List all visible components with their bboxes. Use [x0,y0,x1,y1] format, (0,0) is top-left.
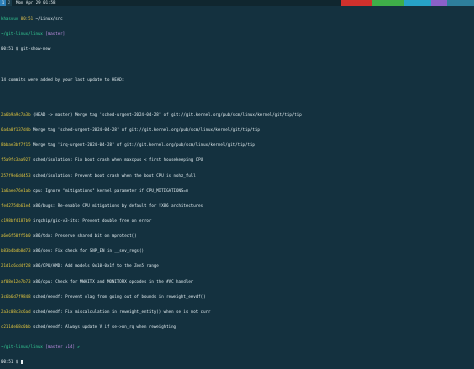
commit-hash: fe42754b61e4 [1,202,31,208]
commit-hash: b83b4bdb8d73 [1,248,31,254]
commit-hash: 21d1c6cd4f28 [1,263,31,269]
commit-hash: c211de68c0bb [1,323,31,329]
commit-text: sched/eevdf: Always update V if se->on_r… [33,323,176,329]
prompt-path: ~/git-linux/linux [1,344,43,350]
commit-text: Merge tag 'sched-urgent-2024-04-28' of g… [33,127,260,133]
prompt-path: ~/git-linux/linux [1,31,43,37]
commit-hash: af08e12e7b73 [1,278,31,284]
prompt-branch: [master] [45,31,66,37]
prompt-user: khasvuv [1,16,19,22]
commit-hash: 8bbae3bf7f15 [1,142,31,148]
prompt-cmd: ~/Linux/src [35,16,63,22]
prompt-branch: [master ↓14] [45,344,75,350]
commit-text: Merge tag 'irq-urgent-2024-04-28' of git… [33,142,255,148]
command-line: 00:51 $ git-show-new [1,46,51,52]
check-icon: ✔ [77,344,80,350]
prompt-line-3: ~/git-linux/linux [master ↓14] ✔ [1,344,473,349]
commit-line: b83b4bdb8d73 x86/sev: Fix check for SNP_… [1,248,473,253]
commit-hash: 257f9e6d4453 [1,172,31,178]
commit-line: af08e12e7b73 x86/cpu: Check for MWAITX a… [1,279,473,284]
commit-hash: 6a4a0f137d4b [1,127,31,133]
commit-line: fe42754b61e4 x86/bugs: Re-enable CPU mit… [1,203,473,208]
prompt-time: 00:51 [20,16,34,22]
commit-line: 257f9e6d4453 sched/isolation: Prevent bo… [1,173,473,178]
commit-hash: 1a6aee76e1ab [1,187,31,193]
commit-text: sched/eevdf: Fix miscalculation in rewei… [33,308,211,314]
commit-line: 1a6aee76e1ab cpu: Ignore "mitigations" k… [1,188,473,193]
info-line: 14 commits were added by your last updat… [1,76,125,82]
commit-line: a6e6f50ff5b0 x86/tdx: Preserve shared bi… [1,233,473,238]
commit-text: cpu: Ignore "mitigations" kernel paramet… [33,187,189,193]
commit-text: sched/eevdf: Prevent vlag from going out… [33,293,206,299]
commit-hash: f5a9fc3aa927 [1,157,31,163]
prompt-line-2: ~/git-linux/linux [master] [1,31,473,36]
commit-hash: 3c6b6d7f9848 [1,293,31,299]
commit-hash: 2a3c08c3c6ad [1,308,31,314]
commit-hash: 2a6b9a9c7a3b [1,111,31,117]
commit-text: x86/sev: Fix check for SNP_EN in __sev_r… [33,248,144,254]
commit-text: irqchip/gic-v3-its: Prevent double free … [33,217,152,223]
active-prompt[interactable]: 00:51 $ [1,359,473,364]
active-prompt-text: 00:51 $ [1,359,19,365]
terminal-window[interactable]: khasvuv 00:51 ~/Linux/src ~/git-linux/li… [1,6,473,364]
commit-text: x86/CPU/AMD: Add models 0x10-0x1f to the… [33,263,159,269]
commit-line: 21d1c6cd4f28 x86/CPU/AMD: Add models 0x1… [1,263,473,268]
commit-line: 8bbae3bf7f15 Merge tag 'irq-urgent-2024-… [1,142,473,147]
commit-line: c198bf4187b9 irqchip/gic-v3-its: Prevent… [1,218,473,223]
clock-text: Mon Apr 29 01:58 [16,0,56,6]
commit-line: 3c6b6d7f9848 sched/eevdf: Prevent vlag f… [1,294,473,299]
prompt-line-1: khasvuv 00:51 ~/Linux/src [1,16,473,21]
commit-hash: c198bf4187b9 [1,217,31,223]
commit-line: 2a3c08c3c6ad sched/eevdf: Fix miscalcula… [1,309,473,314]
commit-text: sched/isolation: Prevent boot crash when… [33,172,196,178]
commit-text: x86/bugs: Re-enable CPU mitigations by d… [33,202,204,208]
commit-text: x86/tdx: Preserve shared bit on mprotect… [33,233,137,239]
commit-hash: a6e6f50ff5b0 [1,233,31,239]
commit-line: f5a9fc3aa927 sched/isolation: Fix boot c… [1,157,473,162]
commit-text: sched/isolation: Fix boot crash when max… [33,157,204,163]
commit-text: x86/cpu: Check for MWAITX and MONITORX o… [33,278,194,284]
commit-line: 2a6b9a9c7a3b (HEAD -> master) Merge tag … [1,112,473,117]
commit-line: 6a4a0f137d4b Merge tag 'sched-urgent-202… [1,127,473,132]
commit-line: c211de68c0bb sched/eevdf: Always update … [1,324,473,329]
cursor-icon [20,359,24,364]
commit-text: (HEAD -> master) Merge tag 'sched-urgent… [33,111,302,117]
